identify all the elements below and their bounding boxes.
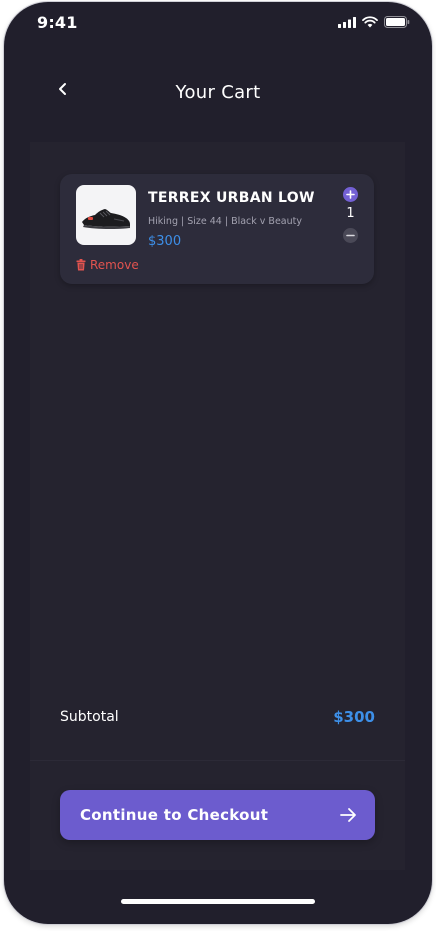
status-bar: 9:41 bbox=[4, 2, 432, 46]
cart-panel: TERREX URBAN LOW Hiking | Size 44 | Blac… bbox=[30, 142, 405, 870]
product-price: $300 bbox=[148, 234, 182, 249]
trash-icon bbox=[76, 259, 86, 271]
status-time: 9:41 bbox=[37, 13, 78, 32]
product-name[interactable]: TERREX URBAN LOW bbox=[148, 190, 315, 206]
checkout-button[interactable]: Continue to Checkout bbox=[60, 790, 375, 840]
phone-screen: 9:41 Your Cart TERREX URBAN LOW Hiking |… bbox=[4, 2, 432, 924]
battery-icon bbox=[384, 16, 410, 28]
home-indicator bbox=[121, 899, 315, 904]
remove-label: Remove bbox=[90, 258, 139, 272]
sneaker-icon bbox=[82, 209, 130, 230]
increase-quantity-button[interactable] bbox=[343, 187, 358, 202]
subtotal-label: Subtotal bbox=[60, 709, 119, 725]
arrow-right-icon bbox=[340, 808, 356, 822]
cart-item: TERREX URBAN LOW Hiking | Size 44 | Blac… bbox=[60, 174, 374, 284]
minus-icon bbox=[346, 234, 355, 237]
plus-icon bbox=[346, 190, 355, 199]
header: Your Cart bbox=[4, 62, 432, 122]
checkout-label: Continue to Checkout bbox=[80, 806, 269, 824]
product-details: Hiking | Size 44 | Black v Beauty bbox=[148, 216, 302, 227]
cellular-signal-icon bbox=[338, 16, 356, 28]
product-image[interactable] bbox=[76, 185, 136, 245]
status-icons bbox=[338, 16, 410, 28]
quantity-value: 1 bbox=[346, 206, 355, 221]
page-title: Your Cart bbox=[175, 82, 261, 103]
divider bbox=[30, 760, 405, 761]
decrease-quantity-button[interactable] bbox=[343, 228, 358, 243]
subtotal-value: $300 bbox=[333, 708, 375, 726]
remove-button[interactable]: Remove bbox=[76, 258, 139, 272]
wifi-icon bbox=[362, 16, 378, 28]
